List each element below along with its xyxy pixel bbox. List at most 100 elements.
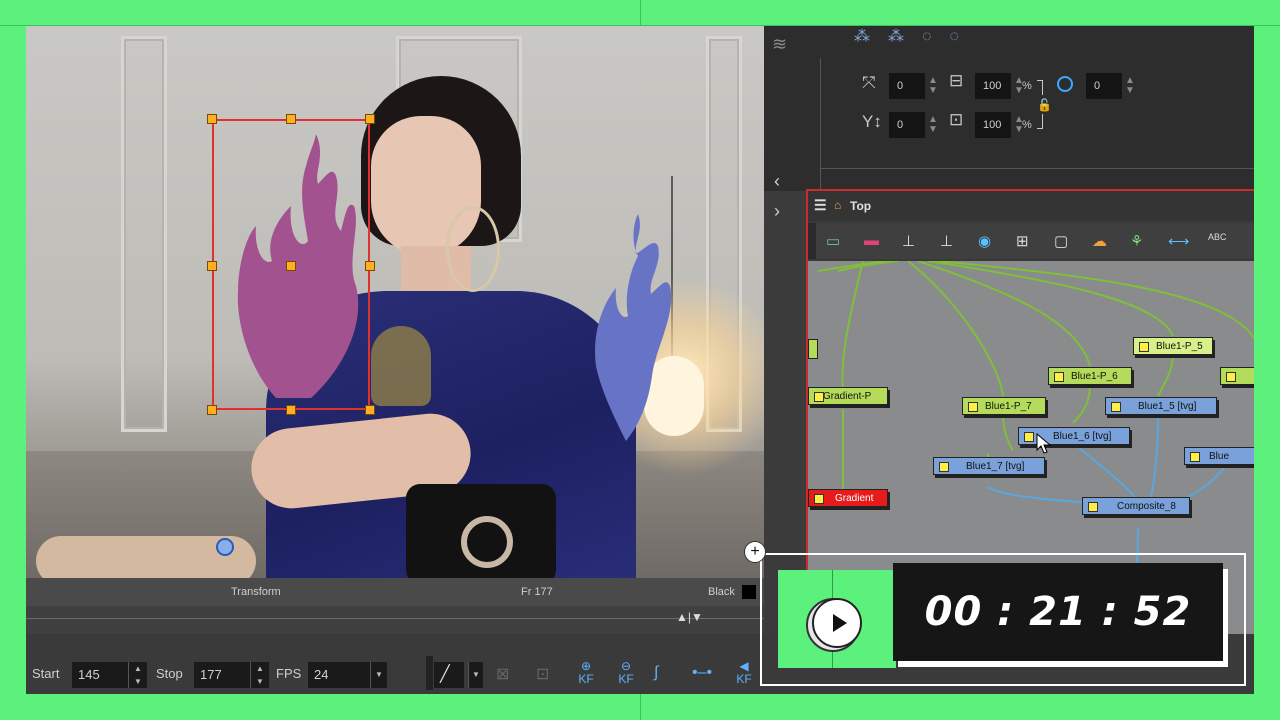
node-blue1-p-6[interactable]: Blue1-P_6: [1048, 367, 1132, 385]
tree-icon[interactable]: ⚘: [1130, 232, 1143, 250]
text-abc-icon[interactable]: ABC: [1208, 232, 1227, 242]
y-position-field[interactable]: 0: [889, 112, 925, 138]
mouse-cursor-icon: [1036, 433, 1052, 454]
fps-label: FPS: [276, 666, 302, 681]
composite-icon[interactable]: ◉: [978, 232, 991, 250]
angle-spinner[interactable]: ▲ ▼: [1125, 76, 1135, 96]
node-blue-partial[interactable]: Blue: [1184, 447, 1254, 465]
remove-keyframe-button[interactable]: ⊖ KF: [612, 660, 640, 686]
node-blue1-6[interactable]: Blue1_6 [tvg]: [1018, 427, 1130, 445]
layers-icon[interactable]: ≋: [772, 34, 792, 54]
matte-icon[interactable]: ▬: [864, 232, 879, 249]
angle-field[interactable]: 0: [1086, 73, 1122, 99]
start-frame-spinner[interactable]: ▲ ▼: [128, 662, 147, 688]
interpolation-dropdown-chevron-down-icon[interactable]: ▼: [468, 662, 483, 688]
panel-divider: [820, 58, 821, 191]
fps-field[interactable]: 24: [308, 662, 370, 688]
width-spinner[interactable]: ▲ ▼: [1014, 76, 1024, 96]
viewer-status-bar: Transform Fr 177 Black: [26, 578, 764, 606]
remove-keyframe-label: KF: [618, 672, 634, 686]
start-frame-field[interactable]: 145: [72, 662, 128, 688]
node-blue1-5[interactable]: Blue1_5 [tvg]: [1105, 397, 1217, 415]
transform-handle-top-left[interactable]: [207, 114, 217, 124]
network-icon[interactable]: ⊞: [1016, 232, 1029, 250]
pivot-point[interactable]: [216, 538, 234, 556]
linear-motion-icon[interactable]: •–•: [692, 664, 712, 682]
add-icon[interactable]: +: [744, 541, 766, 563]
camera-viewer[interactable]: [26, 26, 764, 578]
breadcrumb-top[interactable]: Top: [850, 199, 871, 213]
timeline-track: [26, 618, 764, 619]
playback-controls-icon[interactable]: ▲|▼: [676, 610, 703, 624]
display-icon[interactable]: ▭: [826, 232, 840, 250]
align-icon[interactable]: ⁂: [854, 28, 888, 45]
transform-handle-top-right[interactable]: [365, 114, 375, 124]
start-label: Start: [32, 666, 60, 681]
node-gradient-p[interactable]: Gradient-P: [808, 387, 888, 405]
peg-icon[interactable]: ⊥: [902, 232, 915, 250]
node-view-header: ☰ ⌂ Top: [808, 191, 1254, 221]
ease-curve-icon[interactable]: ∫: [654, 664, 658, 682]
delete-keyframe-icon[interactable]: ⊠: [496, 664, 509, 684]
rotate-icon[interactable]: ◌: [922, 28, 950, 45]
node-partial-right[interactable]: [1220, 367, 1254, 385]
status-tool: Transform: [231, 586, 281, 598]
stop-frame-field[interactable]: 177: [194, 662, 250, 688]
connect-icon[interactable]: ⟷: [1168, 232, 1190, 250]
previous-keyframe-label: KF: [736, 672, 752, 686]
stop-frame-spinner[interactable]: ▲ ▼: [250, 662, 269, 688]
background-color-swatch[interactable]: [742, 585, 756, 599]
cloud-icon[interactable]: ☁: [1092, 232, 1107, 250]
lock-bracket: [1037, 114, 1043, 129]
status-frame: Fr 177: [521, 586, 553, 598]
y-position-spinner[interactable]: ▲ ▼: [928, 115, 938, 135]
node-blue1-7[interactable]: Blue1_7 [tvg]: [933, 457, 1045, 475]
width-icon: ⊟: [949, 71, 964, 90]
height-percent: %: [1022, 119, 1032, 131]
rotation-icon: [1057, 76, 1073, 92]
interpolation-line-icon[interactable]: ╱: [434, 662, 464, 688]
timecode-display: 00 : 21 : 52: [893, 563, 1223, 661]
home-icon[interactable]: ⌂: [834, 198, 841, 212]
x-position-field[interactable]: 0: [889, 73, 925, 99]
node-blue1-p-7[interactable]: Blue1-P_7: [962, 397, 1046, 415]
tool-properties-panel: ≋ ⁂⁂◌◌ ⤧ 0 ▲ ▼ ⊟ 100 % ▲ ▼ 🔓 0 ▲ ▼ Y↕ 0 ▲ ▼ …: [764, 26, 1254, 191]
menu-icon[interactable]: ☰: [814, 197, 827, 214]
x-position-icon: ⤧: [862, 73, 876, 92]
add-keyframe-button[interactable]: ⊕ KF: [572, 660, 600, 686]
group-icon[interactable]: ⊥: [940, 232, 953, 250]
node-composite-8[interactable]: Composite_8: [1082, 497, 1190, 515]
transform-handle-bottom-right[interactable]: [365, 405, 375, 415]
node-view-toolbar: ▭ ▬ ⊥ ⊥ ◉ ⊞ ▢ ☁ ⚘ ⟷ ABC: [808, 223, 1254, 259]
transform-handle-bottom[interactable]: [286, 405, 296, 415]
status-background: Black: [708, 586, 735, 598]
node-gradient[interactable]: Gradient: [808, 489, 888, 507]
node-partial-left[interactable]: [808, 339, 818, 359]
play-button[interactable]: [812, 598, 862, 648]
x-position-spinner[interactable]: ▲ ▼: [928, 76, 938, 96]
transform-pivot-center[interactable]: [286, 261, 296, 271]
transform-handle-left[interactable]: [207, 261, 217, 271]
height-icon: ⊡: [949, 110, 964, 129]
node-blue1-p-5[interactable]: Blue1-P_5: [1133, 337, 1213, 355]
transform-handle-right[interactable]: [365, 261, 375, 271]
lock-ratio-icon[interactable]: 🔓: [1037, 98, 1052, 112]
toolbar-grip: [808, 223, 816, 259]
distribute-icon[interactable]: ⁂: [888, 28, 922, 45]
height-field[interactable]: 100: [975, 112, 1011, 138]
previous-keyframe-button[interactable]: ◀ KF: [730, 660, 758, 686]
bin-icon[interactable]: ⊡: [536, 664, 549, 684]
align-tools[interactable]: ⁂⁂◌◌: [854, 26, 977, 46]
transform-handle-bottom-left[interactable]: [207, 405, 217, 415]
expand-right-icon[interactable]: ›: [774, 201, 794, 241]
stop-label: Stop: [156, 666, 183, 681]
play-icon: [833, 614, 847, 632]
flame-drawings: [237, 134, 672, 441]
flip-icon[interactable]: ◌: [950, 28, 978, 45]
fps-dropdown-chevron-down-icon[interactable]: ▼: [370, 662, 387, 688]
export-icon[interactable]: ▢: [1054, 232, 1068, 250]
width-field[interactable]: 100: [975, 73, 1011, 99]
add-keyframe-label: KF: [578, 672, 594, 686]
timeline-scrubber[interactable]: ▲|▼: [26, 606, 764, 634]
transform-handle-top[interactable]: [286, 114, 296, 124]
